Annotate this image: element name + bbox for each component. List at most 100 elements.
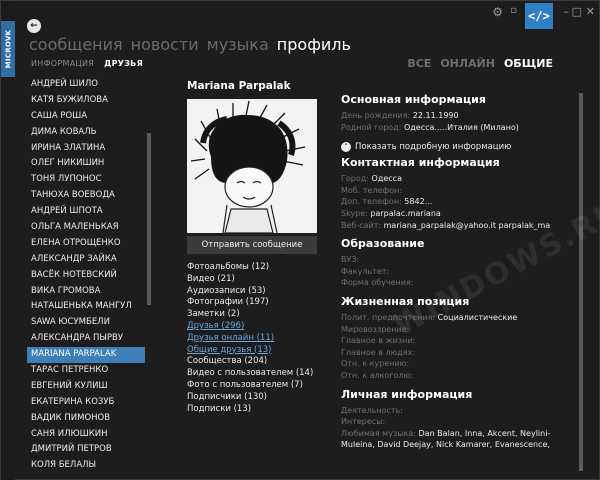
friend-list-item[interactable]: ВАДИК ПИМОНОВ bbox=[27, 411, 145, 427]
info-row: Мировоззрение: bbox=[341, 324, 573, 336]
info-key: Отн. к курению: bbox=[341, 359, 410, 369]
back-arrow-icon[interactable]: ← bbox=[27, 19, 41, 33]
friend-list-item[interactable]: ДМИТРИЙ ПЕТРОВ bbox=[27, 442, 145, 458]
profile-counter-item[interactable]: Друзья (296) bbox=[187, 321, 327, 333]
info-row: Отн. к курению: bbox=[341, 358, 573, 370]
friend-list-item[interactable]: АЛЕКСАНДРА ПЫРВУ bbox=[27, 331, 145, 347]
close-icon[interactable]: ✕ bbox=[586, 5, 595, 18]
info-row: Главное в жизни: bbox=[341, 335, 573, 347]
filter-online[interactable]: ОНЛАЙН bbox=[440, 57, 495, 70]
profile-counter-item[interactable]: Сообщества (204) bbox=[187, 356, 327, 368]
chevron-up-icon: ˄ bbox=[341, 142, 351, 153]
info-row: Город: Одесса bbox=[341, 173, 573, 185]
friend-list-item[interactable]: ДИМА КОВАЛЬ bbox=[27, 125, 145, 141]
friend-list-item[interactable]: АНДРЕЙ ШПОТА bbox=[27, 204, 145, 220]
personal-info: Деятельность: Интересы: bbox=[341, 405, 573, 428]
gear-icon[interactable]: ⚙ bbox=[492, 5, 503, 19]
profile-name: Mariana Parpalak bbox=[187, 80, 291, 92]
info-key: Доп. телефон: bbox=[341, 197, 402, 207]
info-key: Город: bbox=[341, 174, 369, 184]
info-row: Интересы: bbox=[341, 416, 573, 428]
profile-counter-item[interactable]: Общие друзья (13) bbox=[187, 345, 327, 357]
friends-scrollbar[interactable] bbox=[147, 133, 151, 305]
brand-label: MICROVK bbox=[4, 29, 12, 69]
info-key: Родной город: bbox=[341, 122, 402, 132]
profile-counter-item[interactable]: Заметки (2) bbox=[187, 309, 327, 321]
friend-list-item[interactable]: SAWA ЮСУМБЕЛИ bbox=[27, 315, 145, 331]
friend-list-item[interactable]: ЕЛЕНА ОТРОЩЕНКО bbox=[27, 236, 145, 252]
profile-counter-item[interactable]: Фото с пользователем (7) bbox=[187, 380, 327, 392]
friend-list-item[interactable]: КОЛЯ БЕЛАЛЫ bbox=[27, 458, 145, 473]
profile-counter-item[interactable]: Видео (21) bbox=[187, 274, 327, 286]
info-value: parpalac.mariana bbox=[370, 208, 441, 218]
friend-list-item[interactable]: НАТАШЕНЬКА МАНГУЛ bbox=[27, 299, 145, 315]
friends-list: АНДРЕЙ ШИЛО КАТЯ БУЖИЛОВА САША РОША ДИМА КО… bbox=[27, 77, 145, 473]
profile-photo-image bbox=[187, 99, 317, 233]
info-key: Главное в людях: bbox=[341, 347, 416, 357]
send-message-button[interactable]: Отправить сообщение bbox=[187, 236, 317, 254]
filter-common[interactable]: ОБЩИЕ bbox=[504, 57, 553, 70]
info-value: Одесса.....Италия (Милано) bbox=[403, 122, 519, 132]
friend-list-item[interactable]: САНЯ ИЛЮШКИН bbox=[27, 427, 145, 443]
friend-list-item[interactable]: ТАРАС ПЕТРЕНКО bbox=[27, 363, 145, 379]
info-key: Моб. телефон: bbox=[341, 185, 403, 195]
friend-list-item[interactable]: ИРИНА ЗЛАТИНА bbox=[27, 141, 145, 157]
contact-info: Город: Одесса Моб. телефон: Доп. телефон:… bbox=[341, 173, 573, 231]
info-key: Skype: bbox=[341, 208, 368, 218]
contact-info-title: Контактная информация bbox=[341, 156, 500, 170]
info-row: Главное в людях: bbox=[341, 347, 573, 359]
nav-music[interactable]: музыка bbox=[207, 35, 269, 54]
tab-friends[interactable]: ДРУЗЬЯ bbox=[104, 59, 143, 68]
friend-list-item[interactable]: КАТЯ БУЖИЛОВА bbox=[27, 93, 145, 109]
maximize-icon[interactable]: □ bbox=[572, 5, 582, 18]
minimize-icon[interactable]: – bbox=[564, 5, 570, 18]
friend-list-item[interactable]: ОЛЬГА МАЛЕНЬКАЯ bbox=[27, 220, 145, 236]
filter-all[interactable]: ВСЕ bbox=[407, 57, 431, 70]
brand-strip: MICROVK bbox=[1, 1, 15, 480]
nav-profile[interactable]: профиль bbox=[277, 35, 351, 54]
main-nav: сообщения новости музыка профиль bbox=[29, 35, 351, 54]
profile-counter-item[interactable]: Друзья онлайн (11) bbox=[187, 333, 327, 345]
friends-filter: ВСЕ ОНЛАЙН ОБЩИЕ bbox=[407, 57, 553, 70]
friend-list-item[interactable]: САША РОША bbox=[27, 109, 145, 125]
friend-list-item[interactable]: ТОНЯ ЛУПОНОС bbox=[27, 172, 145, 188]
profile-counter-item[interactable]: Фотографии (197) bbox=[187, 297, 327, 309]
info-row: Родной город: Одесса.....Италия (Милано) bbox=[341, 122, 573, 134]
info-value: Одесса bbox=[371, 174, 402, 184]
friend-list-item[interactable]: ЕВГЕНИЙ КУЛИШ bbox=[27, 379, 145, 395]
info-key: Интересы: bbox=[341, 417, 386, 427]
info-key: Отн. к алкоголю: bbox=[341, 370, 414, 380]
info-key: ВУЗ: bbox=[341, 255, 360, 265]
life-position-info: Полит. предпочтения: Социалистические Мир… bbox=[341, 312, 573, 382]
show-details-label: Показать подробную информацию bbox=[355, 142, 512, 153]
code-icon[interactable]: </> bbox=[525, 3, 553, 29]
show-details-toggle[interactable]: ˄ Показать подробную информацию bbox=[341, 142, 573, 153]
profile-counter-item[interactable]: Подписки (13) bbox=[187, 404, 327, 416]
sub-nav: ИНФОРМАЦИЯ ДРУЗЬЯ bbox=[31, 59, 143, 68]
info-key: Факультет: bbox=[341, 266, 390, 276]
info-row: День рождения: 22.11.1990 bbox=[341, 110, 573, 122]
profile-counter-item[interactable]: Видео с пользователем (14) bbox=[187, 368, 327, 380]
friend-list-item[interactable]: ОЛЕГ НИКИШИН bbox=[27, 156, 145, 172]
info-value: mariana_parpalak@yahoo.it parpalak_ma bbox=[383, 220, 551, 230]
nav-messages[interactable]: сообщения bbox=[29, 35, 123, 54]
info-row: Skype: parpalac.mariana bbox=[341, 208, 573, 220]
basic-info-title: Основная информация bbox=[341, 93, 486, 106]
friend-list-item[interactable]: АЛЕКСАНДР ЗАЙКА bbox=[27, 252, 145, 268]
friend-list-item[interactable]: ВИКА ГРОМОВА bbox=[27, 284, 145, 300]
friend-list-item[interactable]: ЕКАТЕРИНА КОЗУБ bbox=[27, 395, 145, 411]
friend-list-item[interactable]: АНДРЕЙ ШИЛО bbox=[27, 77, 145, 93]
brand-tab[interactable]: MICROVK bbox=[1, 21, 15, 77]
pin-icon[interactable]: ▫ bbox=[510, 5, 517, 16]
tab-info[interactable]: ИНФОРМАЦИЯ bbox=[31, 59, 94, 68]
friend-list-item[interactable]: ВАСЁК НОТЕВСКИЙ bbox=[27, 268, 145, 284]
info-scrollbar[interactable] bbox=[579, 93, 583, 471]
info-row: Веб-сайт: mariana_parpalak@yahoo.it parp… bbox=[341, 220, 573, 232]
info-key: Форма обучения: bbox=[341, 278, 414, 288]
profile-counter-item[interactable]: Аудиозаписи (53) bbox=[187, 286, 327, 298]
friend-list-item[interactable]: MARIANA PARPALAK bbox=[27, 347, 145, 364]
friend-list-item[interactable]: ТАНЮХА ВОЕВОДА bbox=[27, 188, 145, 204]
profile-counter-item[interactable]: Подписчики (130) bbox=[187, 392, 327, 404]
profile-counter-item[interactable]: Фотоальбомы (12) bbox=[187, 262, 327, 274]
nav-news[interactable]: новости bbox=[131, 35, 199, 54]
